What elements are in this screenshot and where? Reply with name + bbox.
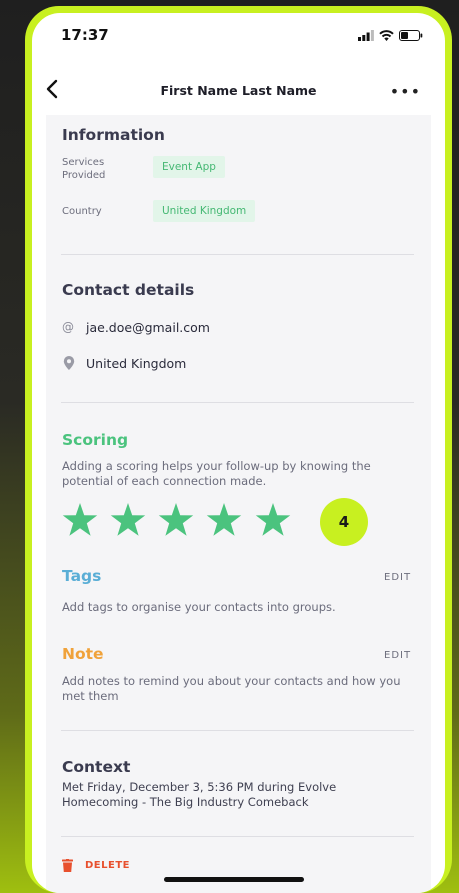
services-provided-chip: Event App — [153, 156, 225, 178]
status-icons — [358, 29, 423, 41]
divider — [61, 402, 414, 403]
score-badge: 4 — [320, 498, 368, 546]
status-bar: 17:37 — [32, 13, 445, 57]
delete-button[interactable]: DELETE — [62, 859, 130, 872]
battery-icon — [399, 29, 423, 41]
services-provided-label: Services Provided — [62, 157, 106, 181]
more-options-button[interactable]: ••• — [390, 84, 421, 100]
star-icon[interactable] — [255, 503, 291, 537]
divider — [61, 254, 414, 255]
contact-location: United Kingdom — [86, 356, 187, 371]
home-indicator — [164, 877, 304, 882]
note-edit-button[interactable]: EDIT — [384, 650, 411, 661]
star-icon[interactable] — [158, 503, 194, 537]
app-screen: 17:37 First Name Last Name ••• Informati… — [32, 13, 445, 893]
contact-email[interactable]: jae.doe@gmail.com — [86, 320, 210, 335]
context-description: Met Friday, December 3, 5:36 PM during E… — [62, 780, 337, 809]
delete-label: DELETE — [85, 860, 130, 871]
star-icon[interactable] — [206, 503, 242, 537]
location-pin-icon — [63, 356, 75, 370]
signal-icon — [358, 29, 374, 41]
contact-details-heading: Contact details — [62, 281, 195, 299]
trash-icon — [62, 859, 73, 872]
scoring-description: Adding a scoring helps your follow-up by… — [62, 459, 371, 488]
information-heading: Information — [62, 126, 165, 144]
wifi-icon — [379, 29, 394, 41]
note-description: Add notes to remind you about your conta… — [62, 674, 401, 703]
star-icon[interactable] — [62, 503, 98, 537]
nav-bar: First Name Last Name ••• — [32, 63, 445, 115]
contact-detail-content: Information Services Provided Event App … — [46, 115, 431, 893]
page-title: First Name Last Name — [160, 83, 317, 98]
note-heading: Note — [62, 645, 104, 663]
scoring-heading: Scoring — [62, 431, 129, 449]
tags-edit-button[interactable]: EDIT — [384, 572, 411, 583]
divider — [61, 836, 414, 837]
tags-description: Add tags to organise your contacts into … — [62, 600, 336, 614]
country-label: Country — [62, 206, 102, 217]
divider — [61, 730, 414, 731]
context-heading: Context — [62, 758, 131, 776]
tags-heading: Tags — [62, 567, 102, 585]
email-icon: @ — [62, 320, 74, 334]
star-icon[interactable] — [110, 503, 146, 537]
country-chip: United Kingdom — [153, 200, 256, 222]
status-time: 17:37 — [61, 26, 109, 44]
